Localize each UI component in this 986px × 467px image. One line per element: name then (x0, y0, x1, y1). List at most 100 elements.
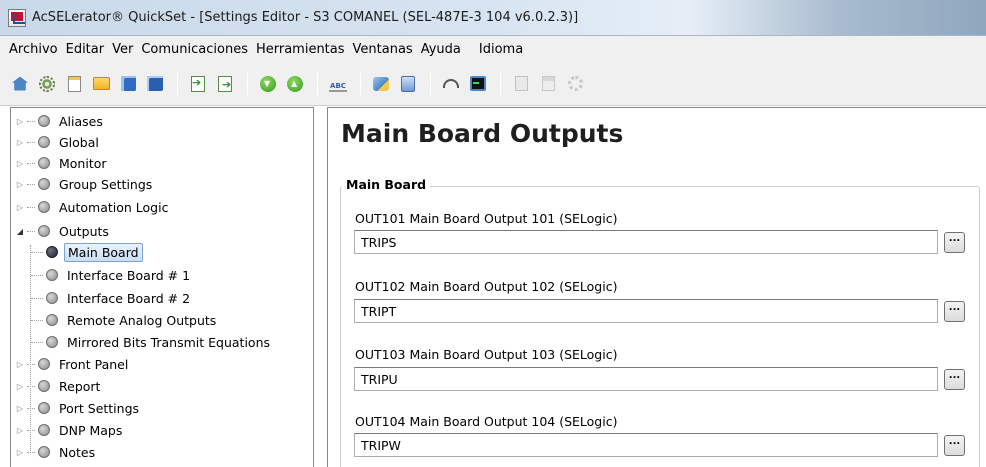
toolbar-separator (317, 72, 318, 95)
collapse-arrow-icon[interactable]: ◢ (15, 227, 25, 236)
save-button[interactable] (118, 74, 138, 94)
tree-item-aliases[interactable]: ▷ Aliases (15, 111, 106, 131)
tree-connector (27, 120, 35, 122)
node-bullet-icon (38, 157, 50, 169)
menu-bar: Archivo Editar Ver Comunicaciones Herram… (0, 36, 986, 62)
node-bullet-icon (38, 424, 50, 436)
menu-comunicaciones[interactable]: Comunicaciones (138, 40, 251, 59)
wand-button[interactable] (371, 74, 391, 94)
toolbar (0, 62, 986, 106)
new-document-icon (67, 75, 81, 92)
expand-arrow-icon[interactable]: ▷ (15, 360, 25, 369)
node-bullet-icon (46, 269, 58, 281)
terminal-icon (470, 76, 486, 91)
tree-item-front-panel[interactable]: ▷ Front Panel (15, 354, 131, 374)
tree-item-notes[interactable]: ▷ Notes (15, 442, 98, 462)
menu-ventanas[interactable]: Ventanas (350, 40, 416, 59)
tree-connector (27, 363, 35, 365)
read-button[interactable] (258, 74, 278, 94)
tree-connector (27, 162, 35, 164)
spell-check-button[interactable] (328, 74, 348, 94)
menu-herramientas[interactable]: Herramientas (253, 40, 348, 59)
import-button[interactable] (188, 74, 208, 94)
tree-item-dnp-maps[interactable]: ▷ DNP Maps (15, 420, 125, 440)
tree-item-global[interactable]: ▷ Global (15, 132, 102, 152)
tree-item-automation-logic[interactable]: ▷ Automation Logic (15, 197, 171, 217)
toolbar-separator (360, 72, 361, 95)
menu-editar[interactable]: Editar (63, 40, 108, 59)
out101-edit-button[interactable]: ... (944, 232, 965, 253)
meter-button[interactable] (441, 74, 461, 94)
tree-item-report[interactable]: ▷ Report (15, 376, 103, 396)
node-bullet-icon (46, 292, 58, 304)
out101-input[interactable] (354, 230, 938, 254)
tree-item-label: DNP Maps (59, 422, 123, 438)
tree-item-mirrored-bits[interactable]: Mirrored Bits Transmit Equations (31, 332, 273, 352)
expand-arrow-icon[interactable]: ▷ (15, 180, 25, 189)
save-all-button[interactable] (145, 74, 165, 94)
tree-item-interface-board-2[interactable]: Interface Board # 2 (31, 288, 193, 308)
node-bullet-selected-icon (46, 246, 58, 258)
new-button[interactable] (64, 74, 84, 94)
expand-arrow-icon[interactable]: ▷ (15, 426, 25, 435)
out104-edit-button[interactable]: ... (944, 435, 965, 456)
clipboard-button[interactable] (398, 74, 418, 94)
node-bullet-icon (38, 402, 50, 414)
tree-connector (27, 206, 35, 208)
app-logo-icon (8, 8, 26, 27)
open-button[interactable] (91, 74, 111, 94)
tree-item-port-settings[interactable]: ▷ Port Settings (15, 398, 142, 418)
disabled-gear-button[interactable] (565, 74, 585, 94)
tree-item-interface-board-1[interactable]: Interface Board # 1 (31, 265, 193, 285)
menu-idioma[interactable]: Idioma (476, 40, 526, 59)
expand-arrow-icon[interactable]: ▷ (15, 203, 25, 212)
open-folder-icon (92, 77, 110, 90)
disabled-list-icon (541, 76, 555, 91)
out102-input[interactable] (354, 299, 938, 323)
home-button[interactable] (10, 74, 30, 94)
disabled-doc-button[interactable] (511, 74, 531, 94)
read-icon (260, 75, 276, 92)
expand-arrow-icon[interactable]: ▷ (15, 117, 25, 126)
menu-archivo[interactable]: Archivo (6, 40, 61, 59)
disabled-list-button[interactable] (538, 74, 558, 94)
node-bullet-icon (38, 380, 50, 392)
out103-input[interactable] (354, 367, 938, 391)
menu-ver[interactable]: Ver (109, 40, 136, 59)
node-bullet-icon (38, 201, 50, 213)
out103-edit-button[interactable]: ... (944, 369, 965, 390)
toolbar-separator (177, 72, 178, 95)
tree-item-main-board[interactable]: Main Board (31, 242, 143, 262)
out102-edit-button[interactable]: ... (944, 301, 965, 322)
export-button[interactable] (215, 74, 235, 94)
send-button[interactable] (285, 74, 305, 94)
menu-ayuda[interactable]: Ayuda (418, 40, 464, 59)
expand-arrow-icon[interactable]: ▷ (15, 159, 25, 168)
expand-arrow-icon[interactable]: ▷ (15, 138, 25, 147)
out101-label: OUT101 Main Board Output 101 (SELogic) (355, 211, 618, 226)
tree-connector (27, 385, 35, 387)
tree-item-monitor[interactable]: ▷ Monitor (15, 153, 110, 173)
tree-item-label: Mirrored Bits Transmit Equations (67, 334, 271, 350)
disabled-gear-icon (567, 76, 583, 91)
out104-label: OUT104 Main Board Output 104 (SELogic) (355, 414, 618, 429)
tree-item-label: Report (59, 378, 101, 394)
tree-connector (31, 319, 43, 321)
window-title: AcSELerator® QuickSet - [Settings Editor… (32, 10, 579, 25)
tree-connector (31, 297, 43, 299)
tree-item-outputs[interactable]: ◢ Outputs (15, 221, 112, 241)
tree-item-label: Global (59, 134, 99, 150)
out103-label: OUT103 Main Board Output 103 (SELogic) (355, 347, 618, 362)
tree-item-remote-analog-outputs[interactable]: Remote Analog Outputs (31, 310, 219, 330)
out104-input[interactable] (354, 433, 938, 457)
export-icon (218, 75, 232, 92)
tree-item-group-settings[interactable]: ▷ Group Settings (15, 174, 155, 194)
terminal-button[interactable] (468, 74, 488, 94)
settings-gears-icon (39, 75, 55, 92)
expand-arrow-icon[interactable]: ▷ (15, 448, 25, 457)
expand-arrow-icon[interactable]: ▷ (15, 382, 25, 391)
tree-item-label: Interface Board # 2 (67, 290, 191, 306)
node-bullet-icon (38, 358, 50, 370)
expand-arrow-icon[interactable]: ▷ (15, 404, 25, 413)
settings-button[interactable] (37, 74, 57, 94)
